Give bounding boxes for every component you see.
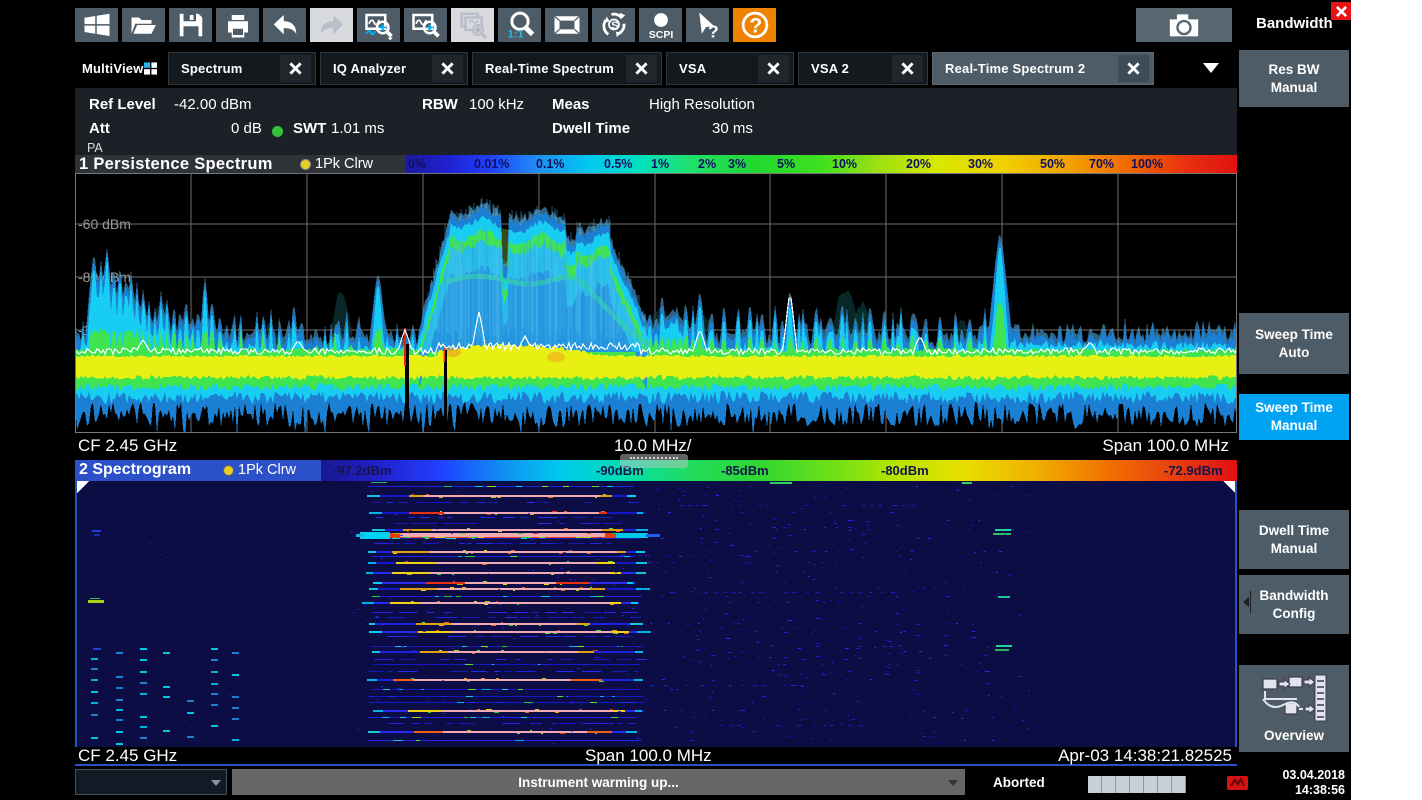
svg-text:2%: 2% [698, 157, 716, 171]
svg-text:5%: 5% [777, 157, 795, 171]
svg-text:-80dBm: -80dBm [881, 463, 929, 478]
svg-text:3%: 3% [728, 157, 746, 171]
svg-text:-85dBm: -85dBm [721, 463, 769, 478]
svg-text:S: S [611, 20, 619, 32]
svg-text:0.01%: 0.01% [474, 157, 509, 171]
svg-text:1:1: 1:1 [507, 29, 523, 41]
svg-text:-97.2dBm: -97.2dBm [333, 463, 392, 478]
svg-text:70%: 70% [1089, 157, 1114, 171]
svg-text:SCPI: SCPI [648, 29, 673, 40]
svg-text:10%: 10% [832, 157, 857, 171]
svg-text:0.5%: 0.5% [604, 157, 633, 171]
svg-text:?: ? [708, 22, 719, 41]
svg-text:-72.9dBm: -72.9dBm [1164, 463, 1223, 478]
svg-text:100%: 100% [1131, 157, 1163, 171]
svg-text:?: ? [749, 14, 762, 38]
svg-text:0.1%: 0.1% [536, 157, 565, 171]
svg-text:1%: 1% [651, 157, 669, 171]
svg-text:-60 dBm: -60 dBm [78, 216, 131, 232]
svg-text:0%: 0% [408, 157, 426, 171]
svg-text:50%: 50% [1040, 157, 1065, 171]
svg-text:30%: 30% [968, 157, 993, 171]
svg-text:20%: 20% [906, 157, 931, 171]
